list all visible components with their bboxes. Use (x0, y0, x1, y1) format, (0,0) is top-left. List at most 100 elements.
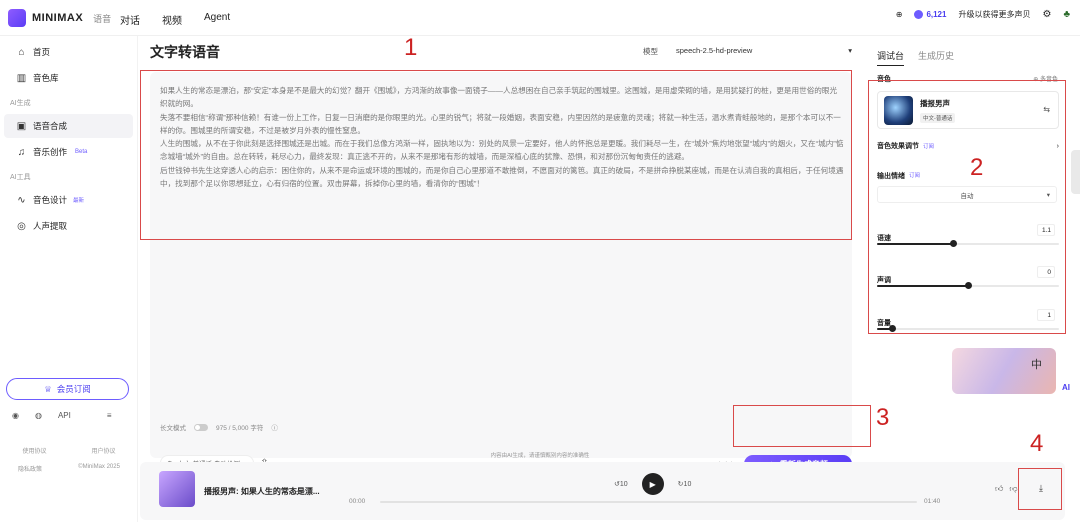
mascot-image[interactable]: 中 (952, 348, 1056, 394)
effect-row[interactable]: 音色效果调节 订阅 › (877, 141, 1059, 151)
settings-gear-icon[interactable]: ⚙ (1042, 9, 1051, 20)
tab-history[interactable]: 生成历史 (918, 49, 954, 66)
credits-badge[interactable]: 6,121 (914, 10, 946, 19)
slider-track[interactable] (877, 240, 1059, 247)
forward-10-icon[interactable]: ↻10 (678, 480, 692, 488)
rewind-10-icon[interactable]: ↺10 (614, 480, 628, 488)
library-icon: ▥ (16, 72, 27, 84)
copyright: ©MiniMax 2025 (78, 464, 120, 470)
player-controls: ↺10 ▶ ↻10 (614, 473, 691, 495)
play-button[interactable]: ▶ (641, 473, 664, 495)
voice-avatar (884, 96, 913, 125)
wechat-icon[interactable]: ◍ (35, 411, 42, 420)
top-bar: MINIMAX 语音 对话 视频 Agent ⊕ 6,121 升级以获得更多声贝… (0, 0, 1080, 36)
slider-track[interactable] (877, 325, 1059, 332)
thumbs-down-icon[interactable]: 👎︎ (1009, 484, 1017, 494)
side-handle[interactable] (1071, 150, 1080, 194)
volume-slider[interactable]: 音量 1 (877, 309, 1059, 332)
tab-debug[interactable]: 调试台 (877, 49, 905, 66)
extract-icon: ◎ (17, 220, 26, 232)
top-right: ⊕ 6,121 升级以获得更多声贝 ⚙ ♣ (896, 9, 1070, 20)
music-note-icon: ♫ (17, 146, 26, 158)
slider-fill (877, 285, 968, 287)
home-icon: ⌂ (18, 46, 25, 58)
pitch-slider[interactable]: 声调 0 (877, 266, 1059, 289)
disclaimer: 内容由AI生成，请谨慎甄别内容的准确性 (490, 453, 590, 459)
doc-icon[interactable]: ≡ (107, 411, 112, 420)
annotation-label-4: 4 (1030, 430, 1044, 457)
slider-knob[interactable] (888, 325, 896, 332)
nav-video[interactable]: 视频 (162, 12, 182, 27)
download-icon[interactable]: ⤓ (1039, 483, 1043, 494)
track-title: 播报男声: 如果人生的常态是漂... (204, 487, 320, 496)
editor-text: 如果人生的常态是漂泊，那“安定”本身是不是最大的幻觉？翻开《围城》，方鸿渐的故事… (160, 84, 844, 190)
emotion-select[interactable]: 自动 ▾ (877, 186, 1057, 203)
plus-icon: ⊕ (1033, 77, 1039, 83)
slider-track[interactable] (877, 282, 1059, 289)
sidebar-item-music[interactable]: ♫ 音乐创作 Beta (4, 140, 133, 164)
chevron-right-icon: › (1056, 142, 1059, 150)
audio-player: 播报男声: 如果人生的常态是漂... ↺10 ▶ ↻10 00:00 01:40… (140, 462, 1065, 520)
social-links: ◉ ◍ API ≡ (12, 411, 112, 420)
text-editor[interactable]: 如果人生的常态是漂泊，那“安定”本身是不是最大的幻觉？翻开《围城》，方鸿渐的故事… (150, 72, 852, 473)
model-label: 模型 (643, 47, 658, 56)
avatar[interactable]: ♣ (1063, 9, 1070, 20)
voice-card[interactable]: 播报男声 中文-普通话 ⇆ (877, 91, 1059, 129)
speed-slider[interactable]: 语速 1.1 (877, 224, 1059, 247)
brand-logo[interactable]: MINIMAX 语音 (8, 9, 111, 27)
nav-chat[interactable]: 对话 (120, 12, 140, 27)
speed-value[interactable]: 1.1 (1037, 224, 1055, 236)
sidebar-item-home[interactable]: ⌂ 首页 (4, 40, 133, 64)
subscribe-tag: 订阅 (923, 144, 935, 150)
top-nav: 对话 视频 Agent (120, 12, 230, 27)
beta-badge: Beta (75, 149, 88, 155)
annotation-label-3: 3 (876, 404, 890, 431)
subscribe-tag: 订阅 (909, 173, 921, 179)
footer-link[interactable]: 隐私政策 (18, 464, 42, 473)
long-text-toggle[interactable] (194, 423, 208, 431)
voice-tag: 中文-普通话 (920, 113, 956, 123)
slider-knob[interactable] (950, 240, 958, 247)
feedback-buttons: 👍︎ 👎︎ (995, 484, 1018, 494)
sidebar-item-extract[interactable]: ◎ 人声提取 (4, 214, 133, 238)
crown-icon: ♕ (44, 383, 52, 394)
tts-icon: ▣ (16, 120, 27, 132)
language-icon[interactable]: ⊕ (896, 10, 903, 19)
slider-fill (877, 243, 954, 245)
credit-icon (914, 10, 924, 19)
sidebar-item-tts[interactable]: ▣ 语音合成 (4, 114, 133, 138)
minimax-logo-icon (8, 9, 26, 27)
slider-knob[interactable] (965, 282, 972, 289)
annotation-label-1: 1 (404, 34, 418, 61)
ai-icon[interactable]: AI (1062, 383, 1070, 392)
chevron-down-icon: ▾ (1046, 191, 1050, 199)
main-panel: 文字转语音 模型 speech-2.5-hd-preview ▾ 如果人生的常态是… (140, 36, 860, 473)
track-cover (159, 471, 195, 507)
time-current: 00:00 (349, 498, 366, 505)
annotation-label-2: 2 (970, 154, 984, 181)
chevron-down-icon: ▾ (848, 45, 852, 55)
voice-section-title: 音色 (877, 76, 891, 83)
sidebar-item-library[interactable]: ▥ 音色库 (4, 66, 133, 90)
voice-name: 播报男声 (920, 99, 950, 108)
swap-icon[interactable]: ⇆ (1043, 105, 1050, 114)
nav-agent[interactable]: Agent (204, 12, 230, 27)
model-select[interactable]: speech-2.5-hd-preview ▾ (670, 42, 856, 58)
upgrade-link[interactable]: 升级以获得更多声贝 (958, 9, 1030, 20)
thumbs-up-icon[interactable]: 👍︎ (995, 484, 1003, 494)
paragraph: 后世钱钟书先生这穿透人心的启示：困住你的，从来不是命运或环境的围城的，而是你自己… (160, 165, 844, 189)
vip-subscribe-button[interactable]: ♕ 会员订阅 (6, 378, 129, 400)
new-badge: 最新 (73, 198, 85, 204)
right-tabs: 调试台 生成历史 (877, 49, 954, 66)
time-total: 01:40 (924, 498, 941, 505)
paragraph: 如果人生的常态是漂泊，那“安定”本身是不是最大的幻觉？翻开《围城》，方鸿渐的故事… (160, 86, 838, 109)
multi-voice-link[interactable]: ⊕ 多音色 (1033, 74, 1058, 83)
api-link[interactable]: API (58, 411, 71, 420)
pitch-value[interactable]: 0 (1037, 266, 1055, 278)
sidebar-item-voice-design[interactable]: ∿ 音色设计 最新 (4, 188, 133, 212)
progress-bar[interactable] (380, 501, 917, 503)
volume-value[interactable]: 1 (1037, 309, 1055, 321)
paragraph: 失落不要相信“称谓”那种信赖！有谁一份上工作，日复一日消磨的是你眼里的光。心里的… (160, 112, 841, 135)
discord-icon[interactable]: ◉ (12, 411, 19, 420)
emotion-row: 输出情绪 订阅 (877, 173, 921, 180)
